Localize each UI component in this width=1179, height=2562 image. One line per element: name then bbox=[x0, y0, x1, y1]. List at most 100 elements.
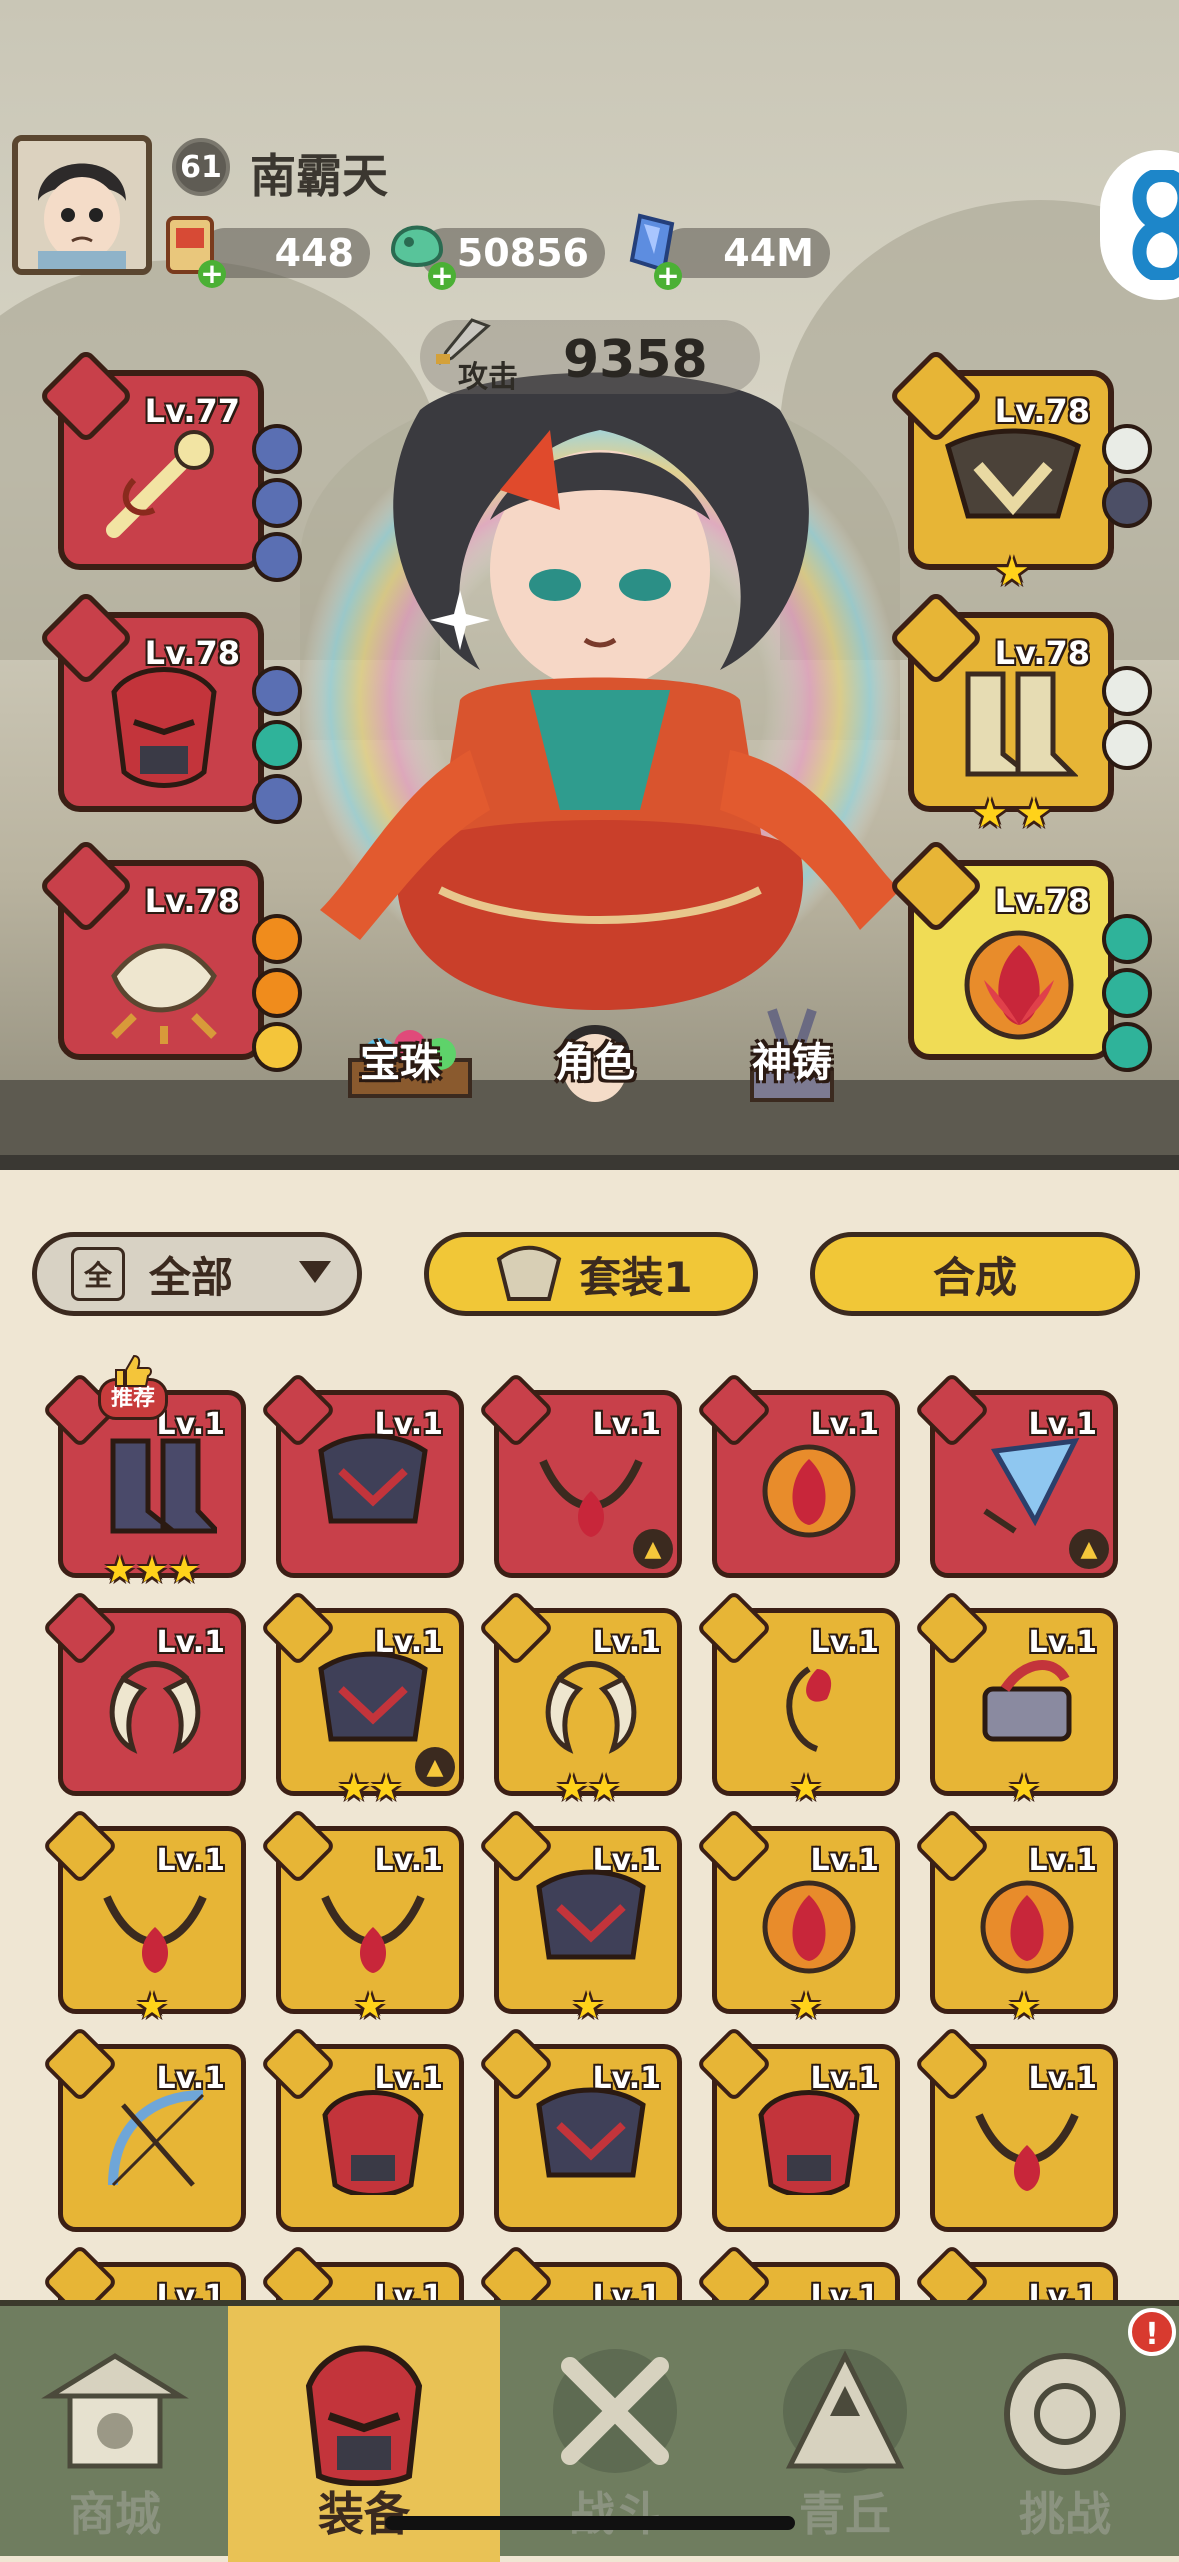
merge-label: 合成 bbox=[932, 1252, 1017, 1302]
equipped-boots-slot[interactable]: Lv.78 ★ ★ bbox=[887, 589, 1152, 834]
equipped-necklace-slot[interactable]: Lv.78 bbox=[37, 837, 302, 1072]
add-crystal-button[interactable]: + bbox=[654, 262, 682, 290]
bow-icon bbox=[108, 2090, 205, 2187]
resource-crystal[interactable]: 44M bbox=[660, 228, 830, 278]
mask-helmet-icon bbox=[111, 667, 217, 788]
ring-icon bbox=[762, 1880, 856, 1974]
mountain-icon bbox=[783, 2349, 907, 2473]
nav-shop-label: 商城 bbox=[69, 2487, 161, 2541]
equipped-ring-slot[interactable]: Lv.78 bbox=[887, 837, 1152, 1072]
boots-icon bbox=[965, 671, 1078, 777]
gem-socket bbox=[252, 532, 302, 582]
chevron-down-icon bbox=[299, 1261, 331, 1283]
gem-socket bbox=[1102, 424, 1152, 474]
item-stars: ★★ bbox=[555, 1768, 621, 1809]
inventory-item-claws[interactable]: Lv.1 ★★ bbox=[477, 1589, 682, 1807]
set-armor-icon bbox=[497, 1245, 562, 1301]
player-avatar[interactable] bbox=[12, 135, 152, 275]
inventory-item-ring[interactable]: Lv.1 ★ bbox=[913, 1807, 1118, 2025]
upgrade-icon: ▲ bbox=[1069, 1529, 1109, 1569]
inventory-item-crystal-pendant[interactable]: Lv.1 ▲ bbox=[913, 1371, 1118, 1578]
nav-battle-label: 战斗 bbox=[569, 2487, 661, 2541]
inventory-item-necklace[interactable]: Lv.1 ★ bbox=[259, 1807, 464, 2025]
item-stars: ★ bbox=[571, 1986, 605, 2027]
equipped-weapon-slot[interactable]: Lv.77 bbox=[37, 347, 302, 582]
gem-socket bbox=[1102, 478, 1152, 528]
item-stars: ★ bbox=[789, 1768, 823, 1809]
inventory-item-bow[interactable]: Lv.1 bbox=[41, 2025, 246, 2232]
orb-mode-label: 宝珠 bbox=[360, 1040, 440, 1086]
character-mode-label: 角色 bbox=[555, 1040, 635, 1086]
inventory-item-armor[interactable]: Lv.1 bbox=[259, 1371, 464, 1578]
gem-socket bbox=[1102, 720, 1152, 770]
equipment-set-label: 套装1 bbox=[579, 1252, 693, 1302]
helmet-icon bbox=[322, 2090, 424, 2195]
gem-socket bbox=[1102, 1022, 1152, 1072]
add-jade-button[interactable]: + bbox=[428, 262, 456, 290]
necklace-icon bbox=[321, 1895, 425, 1973]
item-stars: ★ bbox=[789, 1986, 823, 2027]
scepter-icon bbox=[106, 430, 214, 538]
gem-socket bbox=[252, 720, 302, 770]
inventory-item-hammer[interactable]: Lv.1 ★ bbox=[913, 1589, 1118, 1807]
inventory-item-ring[interactable]: Lv.1 ★ bbox=[695, 1807, 900, 2025]
inventory-item-helmet[interactable]: Lv.1 bbox=[695, 2025, 900, 2232]
equipped-helmet-slot[interactable]: Lv.78 bbox=[37, 589, 302, 824]
necklace-icon bbox=[975, 2113, 1079, 2191]
equipment-set-button[interactable]: 套装1 bbox=[424, 1232, 758, 1316]
inventory-item-armor[interactable]: Lv.1 bbox=[477, 2025, 682, 2232]
feather-necklace-icon bbox=[111, 943, 217, 1044]
star-icon: ★ bbox=[972, 791, 1008, 837]
thumbs-up-icon bbox=[115, 1354, 152, 1387]
gem-socket bbox=[1102, 666, 1152, 716]
event-icon bbox=[1132, 170, 1179, 280]
ring-icon bbox=[980, 1880, 1074, 1974]
inventory-item-ring[interactable]: Lv.1 bbox=[695, 1371, 900, 1578]
filter-label: 全部 bbox=[149, 1252, 234, 1302]
armor-icon bbox=[536, 1869, 646, 1960]
item-stars: ★ bbox=[353, 1986, 387, 2027]
ring-icon bbox=[762, 1444, 856, 1538]
inventory-item-necklace[interactable]: Lv.1 ★ bbox=[41, 1807, 246, 2025]
star-icon: ★ bbox=[994, 549, 1030, 595]
gem-socket bbox=[252, 666, 302, 716]
filter-dropdown[interactable]: 全 全部 bbox=[32, 1232, 362, 1316]
upgrade-icon: ▲ bbox=[415, 1747, 455, 1787]
inventory-item-armor[interactable]: Lv.1 ★ bbox=[477, 1807, 682, 2025]
boots-icon bbox=[110, 1438, 217, 1534]
armor-icon bbox=[536, 2087, 646, 2178]
home-indicator bbox=[385, 2516, 795, 2530]
hero-character[interactable] bbox=[300, 370, 900, 1010]
add-scroll-button[interactable]: + bbox=[198, 260, 226, 288]
forge-mode-label: 神铸 bbox=[752, 1040, 832, 1086]
resource-jade-value: 50856 bbox=[456, 231, 589, 275]
player-name: 南霸天 bbox=[250, 149, 388, 203]
inventory-item-claws[interactable]: Lv.1 bbox=[41, 1589, 246, 1796]
gem-socket bbox=[252, 1022, 302, 1072]
gem-socket bbox=[252, 914, 302, 964]
lotus-orb-icon bbox=[964, 930, 1074, 1040]
player-level: 61 bbox=[172, 138, 230, 196]
item-stars: ★ bbox=[1007, 1986, 1041, 2027]
resource-crystal-value: 44M bbox=[723, 231, 814, 275]
inventory-item-helmet[interactable]: Lv.1 bbox=[259, 2025, 464, 2232]
challenge-alert-badge: ! bbox=[1128, 2308, 1176, 2356]
armor-icon bbox=[318, 1433, 428, 1524]
gem-socket bbox=[1102, 914, 1152, 964]
gong-icon bbox=[1004, 2353, 1126, 2475]
helmet-icon bbox=[305, 2345, 423, 2486]
star-icon: ★ bbox=[1016, 791, 1052, 837]
gem-socket bbox=[252, 424, 302, 474]
gem-socket bbox=[252, 478, 302, 528]
merge-button[interactable]: 合成 bbox=[810, 1232, 1140, 1316]
inventory-item-necklace[interactable]: Lv.1 bbox=[913, 2025, 1118, 2232]
power-value: 9358 bbox=[563, 330, 708, 390]
resource-scroll-value: 448 bbox=[274, 231, 354, 275]
nav-shop[interactable]: 商城 bbox=[0, 2306, 230, 2562]
whip-icon bbox=[786, 1666, 832, 1752]
inventory-item-necklace[interactable]: Lv.1 ▲ bbox=[477, 1371, 682, 1578]
necklace-icon bbox=[539, 1459, 643, 1537]
equipped-armor-slot[interactable]: Lv.78 ★ bbox=[887, 347, 1152, 592]
inventory-item-whip[interactable]: Lv.1 ★ bbox=[695, 1589, 900, 1807]
inventory-item-armor[interactable]: Lv.1 ★★ ▲ bbox=[259, 1589, 464, 1807]
